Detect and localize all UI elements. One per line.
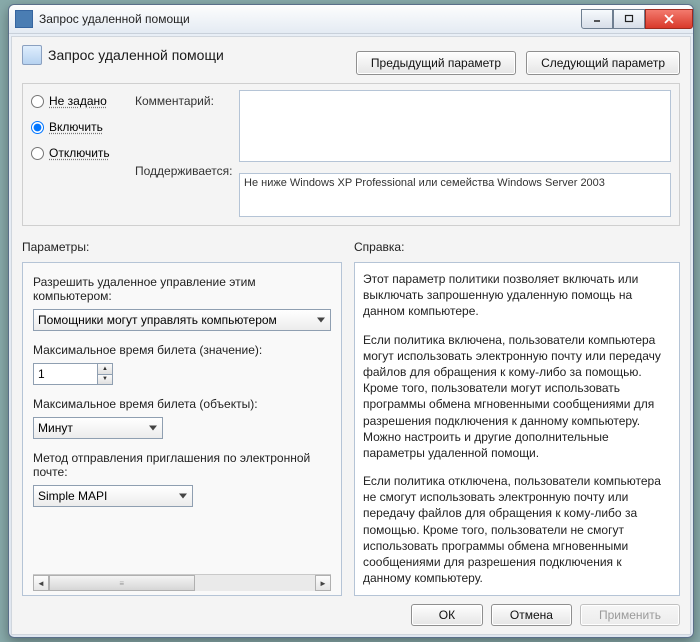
mail-method-label: Метод отправления приглашения по электро… xyxy=(33,451,331,479)
radio-disabled-label[interactable]: Отключить xyxy=(49,146,110,160)
prev-setting-button[interactable]: Предыдущий параметр xyxy=(356,51,516,75)
header-row: Запрос удаленной помощи Предыдущий парам… xyxy=(22,45,680,75)
help-pane[interactable]: Этот параметр политики позволяет включат… xyxy=(354,262,680,596)
apply-button[interactable]: Применить xyxy=(580,604,680,626)
allow-remote-label: Разрешить удаленное управление этим комп… xyxy=(33,275,331,303)
policy-icon xyxy=(22,45,42,65)
footer-buttons: ОК Отмена Применить xyxy=(22,604,680,626)
radio-enabled-label[interactable]: Включить xyxy=(49,120,103,134)
help-header: Справка: xyxy=(354,240,680,254)
maximize-button[interactable] xyxy=(613,9,645,29)
window-buttons xyxy=(581,9,693,29)
window-title: Запрос удаленной помощи xyxy=(39,12,581,26)
help-paragraph: Этот параметр политики позволяет включат… xyxy=(363,271,671,320)
supported-on-box[interactable]: Не ниже Windows XP Professional или семе… xyxy=(239,173,671,217)
parameters-header: Параметры: xyxy=(22,240,342,254)
scroll-left-icon[interactable]: ◄ xyxy=(33,575,49,591)
radio-disabled[interactable] xyxy=(31,147,44,160)
mail-method-select[interactable]: Simple MAPI xyxy=(33,485,193,507)
minimize-button[interactable] xyxy=(581,9,613,29)
allow-remote-select[interactable]: Помощники могут управлять компьютером xyxy=(33,309,331,331)
scroll-track[interactable]: ≡ xyxy=(49,575,315,591)
help-paragraph: Если политика включена, пользователи ком… xyxy=(363,332,671,462)
content-area: Запрос удаленной помощи Предыдущий парам… xyxy=(11,36,691,635)
cancel-button[interactable]: Отмена xyxy=(491,604,572,626)
supported-label: Поддерживается: xyxy=(135,164,231,178)
policy-title: Запрос удаленной помощи xyxy=(48,47,224,63)
main-split: Разрешить удаленное управление этим комп… xyxy=(22,262,680,596)
help-paragraph: Если политика отключена, пользователи ко… xyxy=(363,473,671,586)
max-ticket-value-label: Максимальное время билета (значение): xyxy=(33,343,331,357)
scroll-thumb[interactable]: ≡ xyxy=(49,575,195,591)
spinner-down-icon[interactable]: ▼ xyxy=(97,374,112,385)
state-radio-group: Не задано Включить Отключить xyxy=(31,90,127,160)
radio-not-configured[interactable] xyxy=(31,95,44,108)
supported-on-text: Не ниже Windows XP Professional или семе… xyxy=(244,177,605,189)
scroll-right-icon[interactable]: ► xyxy=(315,575,331,591)
max-ticket-unit-select[interactable]: Минут xyxy=(33,417,163,439)
top-panel: Не задано Включить Отключить Комментарий… xyxy=(22,83,680,226)
comment-textarea[interactable] xyxy=(239,90,671,162)
spinner-up-icon[interactable]: ▲ xyxy=(97,364,112,374)
radio-not-configured-label[interactable]: Не задано xyxy=(49,94,107,108)
radio-enabled[interactable] xyxy=(31,121,44,134)
parameters-pane: Разрешить удаленное управление этим комп… xyxy=(22,262,342,596)
comment-label: Комментарий: xyxy=(135,94,231,108)
app-icon xyxy=(15,10,33,28)
max-ticket-unit-label: Максимальное время билета (объекты): xyxy=(33,397,331,411)
next-setting-button[interactable]: Следующий параметр xyxy=(526,51,680,75)
close-button[interactable] xyxy=(645,9,693,29)
titlebar[interactable]: Запрос удаленной помощи xyxy=(9,5,693,34)
parameters-hscrollbar[interactable]: ◄ ≡ ► xyxy=(33,574,331,591)
ok-button[interactable]: ОК xyxy=(411,604,483,626)
dialog-window: Запрос удаленной помощи Запрос удаленной… xyxy=(8,4,694,638)
